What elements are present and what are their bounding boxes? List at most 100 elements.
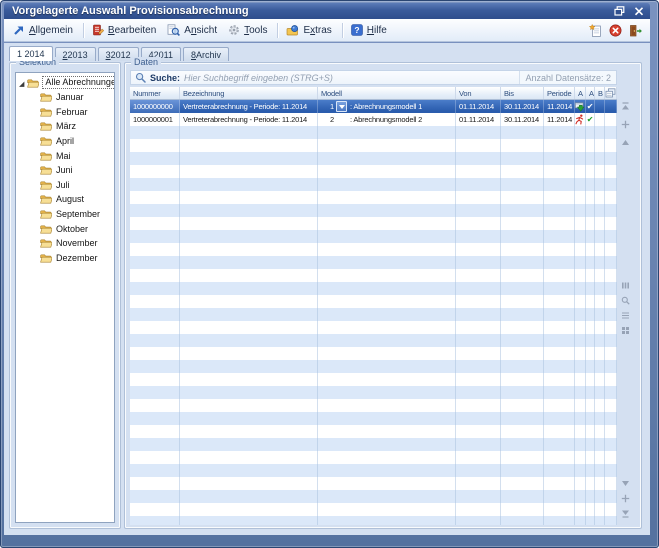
empty-row	[130, 347, 617, 360]
tree-item-label: Oktober	[56, 224, 88, 234]
magnifier-button[interactable]	[620, 295, 631, 306]
check-icon: ✔	[587, 103, 594, 111]
window-title: Vorgelagerte Auswahl Provisionsabrechnun…	[12, 5, 612, 17]
header-cell-a1[interactable]: A	[575, 87, 586, 99]
search-bar[interactable]: Suche: Hier Suchbegriff eingeben (STRG+S…	[130, 70, 617, 85]
toolbar-item-allgemein[interactable]: Allgemein	[9, 22, 79, 38]
empty-row	[130, 126, 617, 139]
tab-8-archiv[interactable]: 8 Archiv	[183, 47, 229, 61]
folder-icon	[40, 238, 52, 248]
cancel-button[interactable]	[609, 24, 622, 37]
tree-item-september[interactable]: September	[16, 207, 114, 222]
tri-up-icon	[621, 138, 630, 147]
tree-item-marz[interactable]: März	[16, 119, 114, 134]
expander-icon[interactable]	[19, 78, 24, 88]
window-restore-button[interactable]	[612, 5, 627, 18]
header-cell-bis[interactable]: Bis	[501, 87, 544, 99]
check-icon: ✔	[587, 116, 594, 124]
tri-down-button[interactable]	[620, 478, 631, 489]
plus-button[interactable]	[620, 493, 631, 504]
cell-modell: 2: Abrechnungsmodell 2	[318, 113, 456, 126]
toolbar-item-ansicht[interactable]: Ansicht	[163, 22, 223, 38]
tabstrip: 1 20142 20133 20124 20118 Archiv	[9, 46, 645, 61]
empty-row	[130, 204, 617, 217]
exit-button[interactable]	[629, 24, 642, 37]
tree-item-dezember[interactable]: Dezember	[16, 251, 114, 266]
toolbar-item-extras[interactable]: Extras	[282, 22, 337, 38]
header-cell-nummer[interactable]: Nummer	[130, 87, 180, 99]
bars-button[interactable]	[620, 280, 631, 291]
empty-row	[130, 451, 617, 464]
tree-item-label: Februar	[56, 107, 88, 117]
cell-nummer: 1000000001	[130, 113, 180, 126]
plus-button[interactable]	[620, 119, 631, 130]
cell-a1	[575, 100, 586, 113]
empty-row	[130, 295, 617, 308]
grid-sm-button[interactable]	[620, 325, 631, 336]
tree-item-label: März	[56, 121, 76, 131]
window-close-button[interactable]	[631, 5, 646, 18]
tree-item-oktober[interactable]: Oktober	[16, 221, 114, 236]
header-cell-von[interactable]: Von	[456, 87, 501, 99]
cell-periode: 11.2014	[544, 113, 575, 126]
scroll-line-up-button[interactable]	[620, 101, 631, 112]
tri-up-button[interactable]	[620, 137, 631, 148]
gear-icon	[228, 24, 240, 36]
app-window: Vorgelagerte Auswahl Provisionsabrechnun…	[0, 0, 659, 548]
tree-item-label: Dezember	[56, 253, 98, 263]
tree-item-juni[interactable]: Juni	[16, 163, 114, 178]
tab-2-2013[interactable]: 2 2013	[55, 47, 96, 61]
header-cell-a2[interactable]: A	[586, 87, 595, 99]
header-cell-periode[interactable]: Periode	[544, 87, 575, 99]
folder-icon	[40, 209, 52, 219]
tri-down-icon	[621, 479, 630, 488]
empty-row	[130, 438, 617, 451]
cell-modell: 1: Abrechnungsmodell 1	[318, 100, 456, 113]
cell-b	[595, 113, 605, 126]
scroll-line-down-button[interactable]	[620, 508, 631, 519]
tree-root-label: Alle Abrechnungen	[42, 76, 115, 89]
toolbar-item-label: Bearbeiten	[108, 25, 156, 36]
tree-root-item[interactable]: Alle Abrechnungen	[16, 75, 114, 90]
toolbar-item-bearbeiten[interactable]: Bearbeiten	[88, 22, 162, 38]
lines-button[interactable]	[620, 310, 631, 321]
header-label: Nummer	[133, 89, 161, 98]
toolbar-item-hilfe[interactable]: ?Hilfe	[347, 22, 393, 38]
tab-1-2014[interactable]: 1 2014	[9, 46, 53, 61]
tree-item-november[interactable]: November	[16, 236, 114, 251]
cancel-icon	[609, 24, 622, 37]
toolbar-item-label: Extras	[303, 25, 331, 36]
grid-sm-icon	[621, 326, 630, 335]
table-row[interactable]: 1000000000Vertreterabrechnung - Periode:…	[130, 100, 617, 113]
tree-item-label: Juli	[56, 180, 70, 190]
tree-item-august[interactable]: August	[16, 192, 114, 207]
toolbar-separator	[83, 23, 84, 38]
column-chooser-icon[interactable]	[605, 88, 616, 98]
empty-row	[130, 308, 617, 321]
dropdown-button[interactable]	[336, 101, 347, 112]
header-cell-b[interactable]: B	[595, 87, 605, 99]
toolbar-item-tools[interactable]: Tools	[224, 22, 273, 38]
header-cell-chooser[interactable]	[605, 87, 617, 99]
empty-row	[130, 152, 617, 165]
header-cell-bezeichnung[interactable]: Bezeichnung	[180, 87, 318, 99]
tree-item-mai[interactable]: Mai	[16, 148, 114, 163]
restore-icon	[614, 6, 625, 16]
title-bar: Vorgelagerte Auswahl Provisionsabrechnun…	[4, 3, 650, 19]
tree-item-april[interactable]: April	[16, 134, 114, 149]
header-cell-modell[interactable]: Modell	[318, 87, 456, 99]
cell-a2: ✔	[586, 100, 595, 113]
tree-item-januar[interactable]: Januar	[16, 90, 114, 105]
scroll-line-up-icon	[621, 102, 630, 111]
table-row[interactable]: 1000000001Vertreterabrechnung - Periode:…	[130, 113, 617, 126]
new-button[interactable]	[589, 24, 602, 37]
empty-row	[130, 464, 617, 477]
arrow-ne-icon	[13, 24, 25, 36]
empty-row	[130, 412, 617, 425]
cell-chooser	[605, 113, 617, 126]
tree-item-februar[interactable]: Februar	[16, 105, 114, 120]
folder-open-icon	[27, 78, 39, 88]
tree-item-juli[interactable]: Juli	[16, 178, 114, 193]
modell-number: 1	[321, 102, 334, 111]
empty-row	[130, 243, 617, 256]
